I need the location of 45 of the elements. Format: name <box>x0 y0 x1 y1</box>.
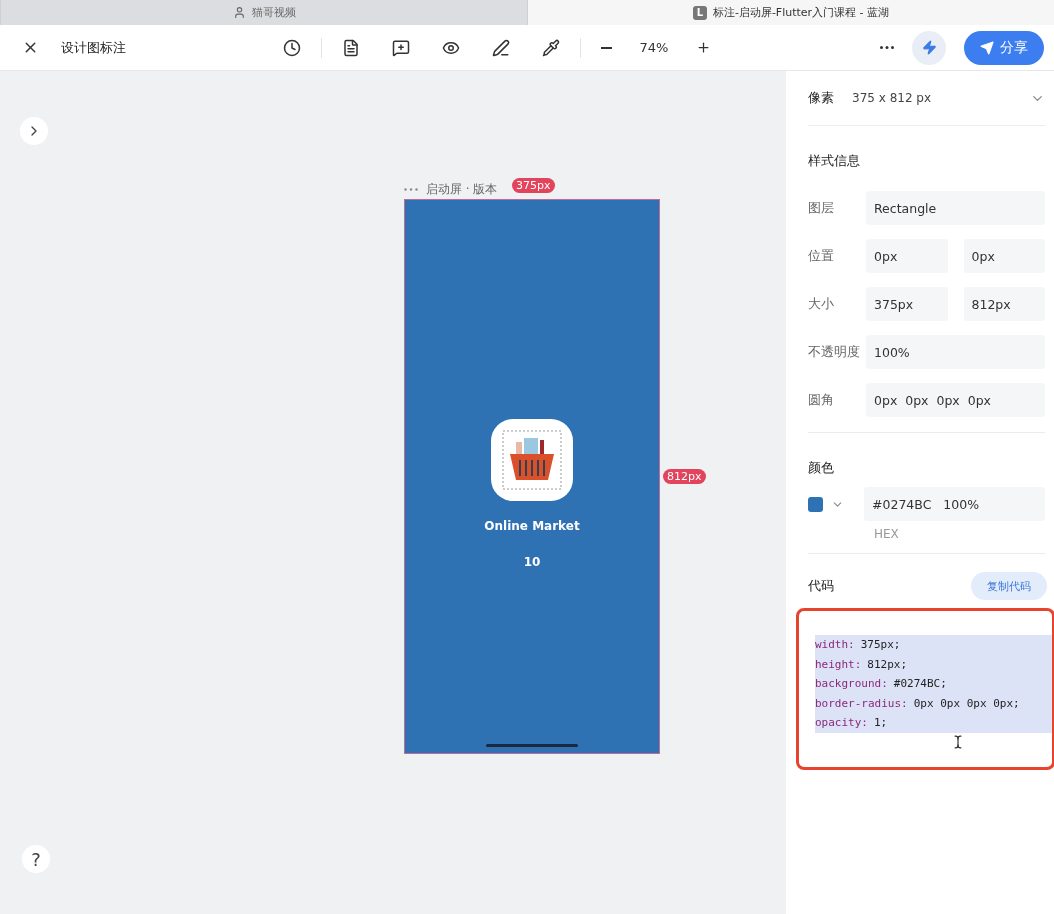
pixel-label: 像素 <box>808 89 834 107</box>
tab-title: 标注-启动屏-Flutter入门课程 - 蓝湖 <box>712 5 890 20</box>
plus-icon <box>696 40 711 55</box>
browser-tab[interactable]: L 标注-启动屏-Flutter入门课程 - 蓝湖 <box>527 0 1054 25</box>
more-icon <box>404 187 418 191</box>
browser-tab[interactable]: 猫哥视频 <box>0 0 527 25</box>
property-label: 位置 <box>808 247 835 265</box>
clock-icon <box>283 38 301 57</box>
value-field[interactable]: 0px 0px 0px 0px <box>866 383 1045 417</box>
property-label: 大小 <box>808 295 835 313</box>
value-field[interactable]: 100% <box>866 335 1045 369</box>
value-field[interactable]: 0px <box>963 239 1045 273</box>
value-field[interactable]: 375px <box>866 287 948 321</box>
share-button[interactable]: 分享 <box>964 30 1044 65</box>
value-field[interactable]: 812px <box>963 287 1045 321</box>
page-title: 设计图标注 <box>61 38 127 57</box>
property-label: 图层 <box>808 199 835 217</box>
app-name: Online Market <box>484 519 580 533</box>
version-number: 10 <box>523 555 541 569</box>
value-field[interactable]: 0px <box>866 239 948 273</box>
minus-icon <box>601 46 612 49</box>
lightning-icon <box>921 40 937 55</box>
tab-title: 猫哥视频 <box>251 5 296 20</box>
color-value-field[interactable]: #0274BC 100% <box>864 487 1045 521</box>
site-logo: L <box>692 5 707 20</box>
color-format: HEX <box>874 527 900 541</box>
property-label: 不透明度 <box>808 343 861 361</box>
lightning-button[interactable] <box>912 30 946 65</box>
value-field[interactable]: Rectangle <box>866 191 1045 225</box>
property-label: 圆角 <box>808 391 835 409</box>
frame-label: 启动屏 · 版本 <box>426 180 498 198</box>
avatar-icon <box>232 6 246 19</box>
basket-drawing <box>502 430 562 490</box>
send-icon <box>980 40 994 55</box>
section-title: 代码 <box>808 577 834 595</box>
section-title: 颜色 <box>808 459 835 477</box>
copy-code-button[interactable]: 复制代码 <box>971 572 1047 600</box>
help-button[interactable]: ? <box>22 845 50 873</box>
more-icon <box>880 46 894 49</box>
pixel-size: 375 x 812 px <box>852 91 933 105</box>
height-badge: 812px <box>663 469 706 484</box>
zoom-level: 74% <box>638 40 670 55</box>
section-title: 样式信息 <box>808 152 861 170</box>
width-badge: 375px <box>512 178 555 193</box>
color-swatch[interactable] <box>808 496 823 512</box>
